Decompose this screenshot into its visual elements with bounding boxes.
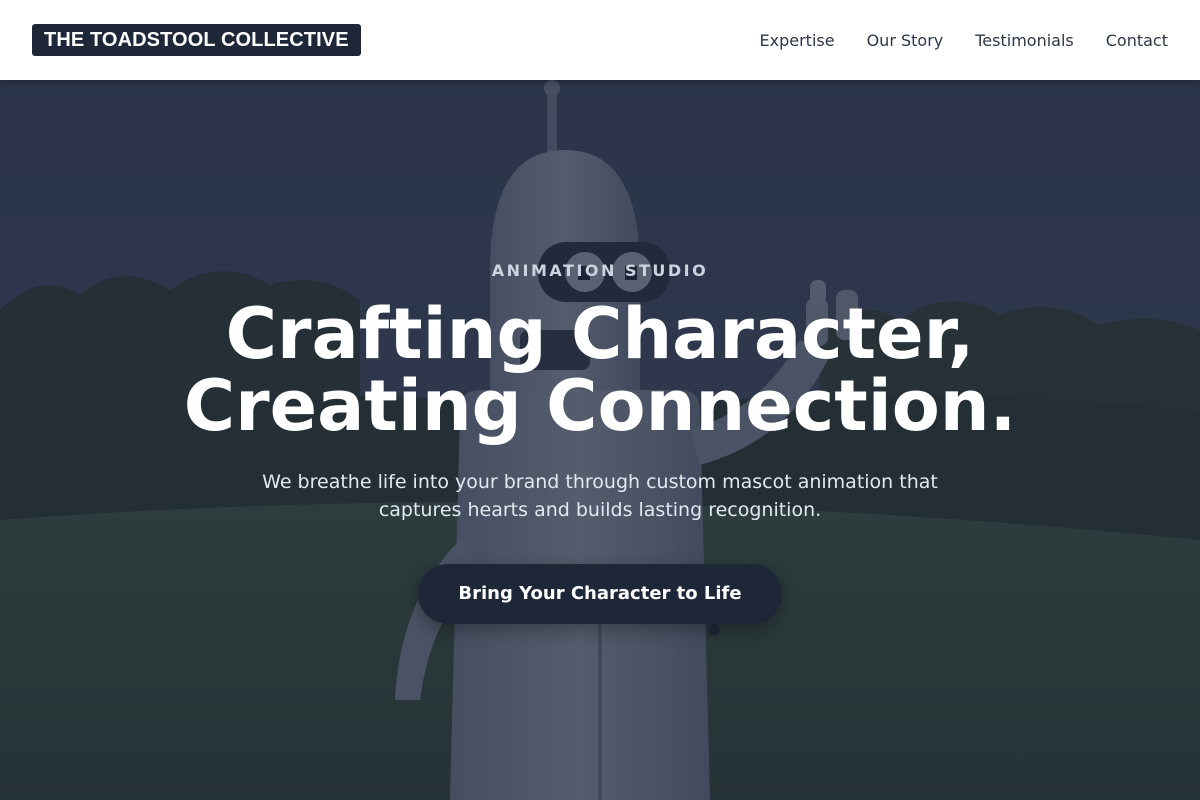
nav-link-contact[interactable]: Contact xyxy=(1106,31,1168,50)
nav-link-our-story[interactable]: Our Story xyxy=(867,31,944,50)
hero-eyebrow: ANIMATION STUDIO xyxy=(491,261,709,280)
nav-link-testimonials[interactable]: Testimonials xyxy=(975,31,1074,50)
hero-headline-line-1: Crafting Character, xyxy=(225,293,975,375)
site-header: THE TOADSTOOL COLLECTIVE Expertise Our S… xyxy=(0,0,1200,80)
hero-subtext: We breathe life into your brand through … xyxy=(262,471,938,521)
site-logo[interactable]: THE TOADSTOOL COLLECTIVE xyxy=(32,24,361,56)
hero-content: ANIMATION STUDIO Crafting Character, Cre… xyxy=(0,80,1200,800)
hero-section: ANIMATION STUDIO Crafting Character, Cre… xyxy=(0,80,1200,800)
hero-headline-line-2: Creating Connection. xyxy=(183,365,1017,447)
cta-button[interactable]: Bring Your Character to Life xyxy=(418,564,782,624)
hero-headline: Crafting Character, Creating Connection. xyxy=(0,298,1200,442)
nav-link-expertise[interactable]: Expertise xyxy=(760,31,835,50)
main-nav: Expertise Our Story Testimonials Contact xyxy=(760,31,1168,50)
